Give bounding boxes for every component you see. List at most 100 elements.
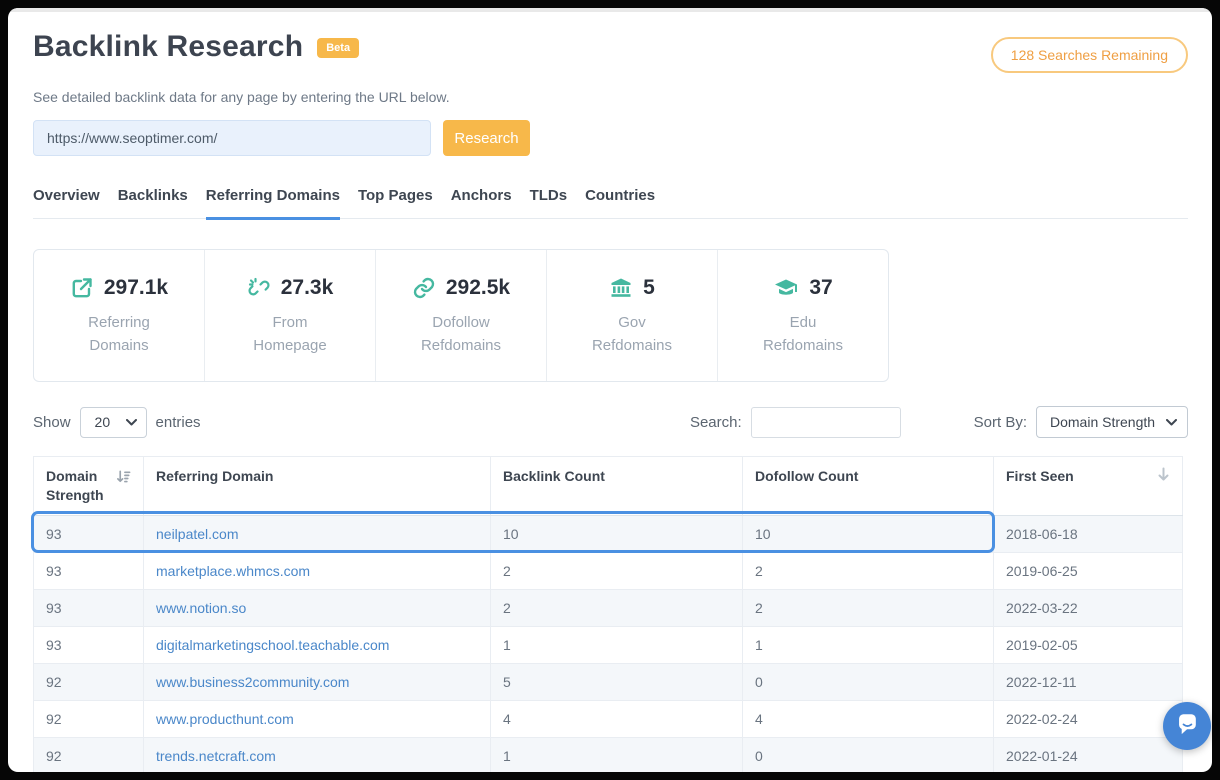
bank-icon bbox=[609, 276, 633, 300]
page: Backlink Research Beta 128 Searches Rema… bbox=[8, 8, 1212, 772]
column-label: Backlink Count bbox=[503, 468, 605, 484]
cell-referring-domain-link[interactable]: trends.netcraft.com bbox=[144, 737, 491, 772]
referring-domains-table-wrap: Domain Strength bbox=[33, 456, 1188, 772]
stat-value: 297.1k bbox=[104, 276, 168, 300]
arrow-down-icon bbox=[1157, 467, 1170, 486]
stat-from-homepage: 27.3k From Homepage bbox=[205, 250, 376, 381]
cell-first-seen: 2018-06-18 bbox=[994, 515, 1183, 552]
tab-referring-domains[interactable]: Referring Domains bbox=[206, 187, 340, 220]
table-row[interactable]: 93 www.notion.so 2 2 2022-03-22 bbox=[34, 589, 1183, 626]
research-button[interactable]: Research bbox=[443, 120, 530, 156]
stats-card: 297.1k Referring Domains 27.3k bbox=[33, 249, 889, 382]
column-header-domain-strength[interactable]: Domain Strength bbox=[34, 457, 144, 516]
cell-backlink-count: 1 bbox=[491, 737, 743, 772]
broken-link-icon bbox=[247, 276, 271, 300]
search-input[interactable] bbox=[751, 407, 901, 438]
stat-gov-refdomains: 5 Gov Refdomains bbox=[547, 250, 718, 381]
table-controls: Show 20 entries Search: Sort By: Domain … bbox=[33, 406, 1188, 438]
stat-value: 292.5k bbox=[446, 276, 510, 300]
cell-backlink-count: 4 bbox=[491, 700, 743, 737]
tab-top-pages[interactable]: Top Pages bbox=[358, 187, 433, 220]
chat-bubble-icon bbox=[1172, 709, 1202, 744]
cell-referring-domain-link[interactable]: www.notion.so bbox=[144, 589, 491, 626]
column-label: Domain Strength bbox=[46, 467, 108, 505]
stat-dofollow-refdomains: 292.5k Dofollow Refdomains bbox=[376, 250, 547, 381]
chat-launcher-button[interactable] bbox=[1163, 702, 1211, 750]
url-search-row: Research bbox=[33, 120, 1188, 156]
cell-backlink-count: 1 bbox=[491, 626, 743, 663]
page-header: Backlink Research Beta 128 Searches Rema… bbox=[33, 30, 1188, 73]
cell-backlink-count: 2 bbox=[491, 552, 743, 589]
url-input[interactable] bbox=[33, 120, 431, 156]
cell-backlink-count: 2 bbox=[491, 589, 743, 626]
stat-label: Referring Domains bbox=[64, 312, 174, 357]
screenshot-frame: Backlink Research Beta 128 Searches Rema… bbox=[0, 0, 1220, 780]
cell-dofollow-count: 2 bbox=[743, 589, 994, 626]
stat-value: 37 bbox=[809, 276, 832, 300]
sort-by-select[interactable]: Domain Strength bbox=[1036, 406, 1188, 438]
search-label: Search: bbox=[690, 414, 742, 431]
cell-referring-domain-link[interactable]: neilpatel.com bbox=[144, 515, 491, 552]
entries-per-page-value: 20 bbox=[95, 414, 111, 430]
cell-referring-domain-link[interactable]: marketplace.whmcs.com bbox=[144, 552, 491, 589]
link-icon bbox=[412, 276, 436, 300]
cell-domain-strength: 92 bbox=[34, 663, 144, 700]
cell-dofollow-count: 2 bbox=[743, 552, 994, 589]
tab-backlinks[interactable]: Backlinks bbox=[118, 187, 188, 220]
column-label: First Seen bbox=[1006, 467, 1074, 486]
sort-amount-icon bbox=[116, 469, 131, 505]
cell-first-seen: 2019-06-25 bbox=[994, 552, 1183, 589]
tab-tlds[interactable]: TLDs bbox=[530, 187, 568, 220]
table-row[interactable]: 93 neilpatel.com 10 10 2018-06-18 bbox=[34, 515, 1183, 552]
cell-dofollow-count: 0 bbox=[743, 663, 994, 700]
cell-domain-strength: 92 bbox=[34, 700, 144, 737]
sort-by-label: Sort By: bbox=[974, 414, 1027, 431]
cell-dofollow-count: 10 bbox=[743, 515, 994, 552]
page-subtitle: See detailed backlink data for any page … bbox=[33, 89, 1188, 105]
tab-countries[interactable]: Countries bbox=[585, 187, 655, 220]
cell-referring-domain-link[interactable]: digitalmarketingschool.teachable.com bbox=[144, 626, 491, 663]
cell-domain-strength: 93 bbox=[34, 552, 144, 589]
table-row[interactable]: 92 trends.netcraft.com 1 0 2022-01-24 bbox=[34, 737, 1183, 772]
cell-backlink-count: 5 bbox=[491, 663, 743, 700]
cell-domain-strength: 92 bbox=[34, 737, 144, 772]
cell-referring-domain-link[interactable]: www.business2community.com bbox=[144, 663, 491, 700]
cell-dofollow-count: 1 bbox=[743, 626, 994, 663]
sort-by-value: Domain Strength bbox=[1050, 414, 1155, 430]
column-label: Dofollow Count bbox=[755, 468, 858, 484]
table-row[interactable]: 93 marketplace.whmcs.com 2 2 2019-06-25 bbox=[34, 552, 1183, 589]
cell-domain-strength: 93 bbox=[34, 626, 144, 663]
stat-label: Edu Refdomains bbox=[748, 312, 858, 357]
table-row[interactable]: 92 www.producthunt.com 4 4 2022-02-24 bbox=[34, 700, 1183, 737]
chevron-down-icon bbox=[1166, 419, 1177, 426]
stat-label: Dofollow Refdomains bbox=[406, 312, 516, 357]
column-header-referring-domain: Referring Domain bbox=[144, 457, 491, 516]
cell-domain-strength: 93 bbox=[34, 515, 144, 552]
column-header-first-seen[interactable]: First Seen bbox=[994, 457, 1183, 516]
tab-anchors[interactable]: Anchors bbox=[451, 187, 512, 220]
entries-per-page-select[interactable]: 20 bbox=[80, 407, 147, 438]
cell-domain-strength: 93 bbox=[34, 589, 144, 626]
tab-bar: Overview Backlinks Referring Domains Top… bbox=[33, 187, 1188, 219]
stat-label: Gov Refdomains bbox=[577, 312, 687, 357]
stat-value: 5 bbox=[643, 276, 655, 300]
cell-first-seen: 2019-02-05 bbox=[994, 626, 1183, 663]
cell-first-seen: 2022-01-24 bbox=[994, 737, 1183, 772]
cell-dofollow-count: 0 bbox=[743, 737, 994, 772]
column-header-dofollow-count: Dofollow Count bbox=[743, 457, 994, 516]
beta-badge: Beta bbox=[317, 38, 359, 58]
searches-remaining-button[interactable]: 128 Searches Remaining bbox=[991, 37, 1188, 73]
column-header-backlink-count: Backlink Count bbox=[491, 457, 743, 516]
show-label: Show bbox=[33, 414, 71, 431]
page-title: Backlink Research bbox=[33, 30, 303, 64]
entries-label: entries bbox=[156, 414, 201, 431]
table-row[interactable]: 92 www.business2community.com 5 0 2022-1… bbox=[34, 663, 1183, 700]
column-label: Referring Domain bbox=[156, 468, 273, 484]
cell-referring-domain-link[interactable]: www.producthunt.com bbox=[144, 700, 491, 737]
table-header-row: Domain Strength bbox=[34, 457, 1183, 516]
stat-referring-domains: 297.1k Referring Domains bbox=[34, 250, 205, 381]
external-link-icon bbox=[70, 276, 94, 300]
tab-overview[interactable]: Overview bbox=[33, 187, 100, 220]
graduation-cap-icon bbox=[773, 276, 799, 300]
table-row[interactable]: 93 digitalmarketingschool.teachable.com … bbox=[34, 626, 1183, 663]
